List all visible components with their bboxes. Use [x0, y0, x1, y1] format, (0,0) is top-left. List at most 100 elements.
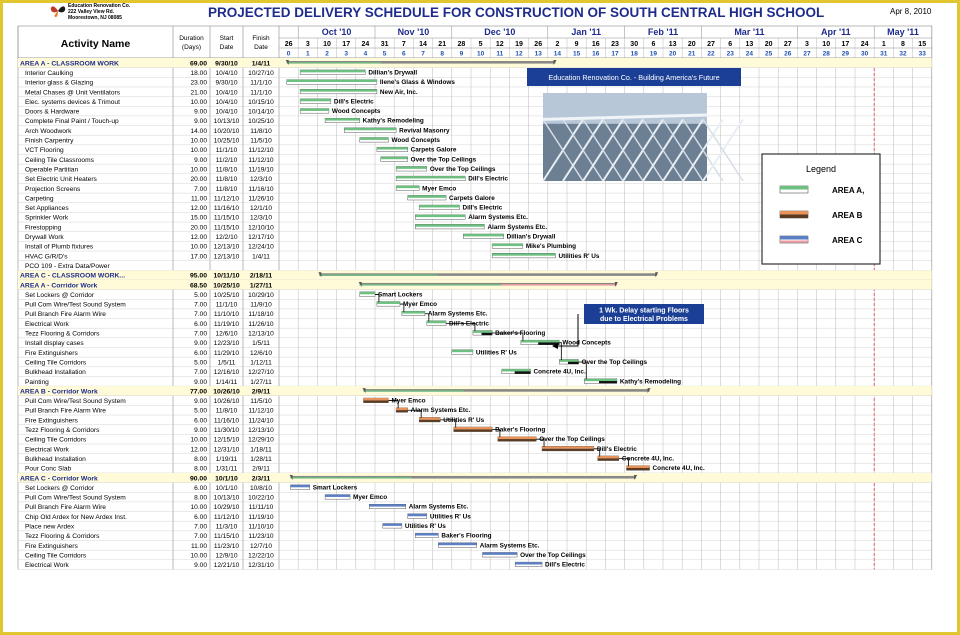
finish-date: 1/4/11: [252, 60, 271, 67]
week-label: 7: [421, 51, 425, 58]
contractor-label: Alarm Systems Etc.: [411, 407, 471, 414]
activity-name: Pull Com Wire/Test Sound System: [25, 398, 126, 405]
task-bar: [497, 436, 537, 440]
task-bar: [300, 89, 377, 92]
week-label: 3: [344, 51, 348, 58]
activity-name: Fire Extinguishers: [25, 350, 78, 357]
activity-name: Finish Carpentry: [25, 138, 74, 145]
start-date: 1/5/11: [218, 359, 236, 366]
duration-value: 69.00: [190, 60, 207, 67]
week-label: 33: [919, 51, 927, 58]
activity-name: Place new Ardex: [25, 524, 75, 531]
day-label: 26: [534, 41, 542, 48]
duration-header-unit: (Days): [182, 44, 201, 51]
day-label: 20: [765, 41, 773, 48]
duration-value: 7.00: [194, 311, 207, 318]
activity-name: Drywall Work: [25, 234, 64, 241]
finish-date: 2/18/11: [250, 273, 273, 280]
start-date: 11/8/10: [216, 408, 238, 415]
day-label: 2: [555, 41, 559, 48]
duration-value: 12.00: [190, 205, 207, 212]
day-label: 17: [342, 41, 350, 48]
month-label: Feb '11: [648, 27, 678, 37]
duration-value: 68.50: [190, 282, 207, 289]
delay-callout-line1: 1 Wk. Delay starting Floors: [599, 308, 689, 315]
activity-name: AREA C - CLASSROOM WORK...: [20, 273, 125, 280]
finish-date: 12/31/10: [248, 562, 274, 569]
contractor-label: Alarm Systems Etc.: [480, 542, 540, 549]
task-bar: [419, 205, 460, 208]
duration-value: 90.00: [190, 475, 207, 482]
activity-name: Ceiling Tile Classrooms: [25, 157, 95, 164]
week-label: 6: [402, 51, 406, 58]
task-bar: [396, 176, 466, 179]
task-bar: [325, 494, 351, 497]
activity-name: Fire Extinguishers: [25, 417, 78, 424]
contractor-label: Over the Top Ceilings: [539, 436, 605, 443]
task-bar: [286, 79, 377, 82]
start-date: 10/11/10: [213, 273, 239, 280]
duration-value: 14.00: [190, 128, 207, 135]
contractor-label: Smart Lockers: [378, 291, 423, 298]
task-bar-base: [363, 400, 389, 403]
task-bar: [290, 484, 310, 488]
activity-name: Pull Branch Fire Alarm Wire: [25, 408, 106, 415]
day-label: 7: [402, 41, 406, 48]
activity-name: Ceiling Tile Corridors: [25, 437, 87, 444]
week-label: 18: [631, 51, 639, 58]
critical-segment: [514, 371, 531, 374]
month-label: Dec '10: [484, 27, 515, 37]
finish-date: 11/12/10: [248, 147, 274, 154]
task-bar: [515, 562, 543, 565]
day-label: 10: [822, 41, 830, 48]
finish-date: 12/17/10: [248, 234, 274, 241]
finish-date: 1/12/11: [250, 359, 272, 366]
legend-item-label: AREA A,: [832, 186, 864, 195]
contractor-label: Revival Masonry: [399, 127, 450, 134]
duration-value: 18.00: [190, 70, 207, 77]
day-label: 23: [611, 41, 619, 48]
start-date: 12/13/10: [214, 253, 240, 260]
contractor-label: Alarm Systems Etc.: [487, 224, 547, 231]
duration-value: 7.00: [194, 302, 207, 309]
contractor-label: Dill's Electric: [462, 205, 502, 212]
task-bar: [438, 542, 477, 546]
activity-name: Ceiling Tile Corridors: [25, 359, 87, 366]
task-bar: [401, 311, 425, 314]
finish-date: 12/6/10: [250, 350, 272, 357]
week-label: 11: [496, 51, 503, 58]
week-label: 8: [440, 51, 444, 58]
day-label: 14: [419, 41, 427, 48]
task-bar: [325, 118, 360, 121]
day-label: 12: [496, 41, 504, 48]
activity-name: Chip Old Ardex for New Ardex Inst.: [25, 514, 127, 521]
contractor-label: Concrete 4U, Inc.: [622, 455, 674, 462]
start-date: 11/3/10: [216, 524, 238, 531]
day-label: 28: [458, 41, 466, 48]
start-date: 10/26/10: [213, 388, 240, 395]
duration-value: 20.00: [190, 224, 207, 231]
week-label: 20: [669, 51, 677, 58]
finish-date: 2/3/11: [252, 475, 271, 482]
contractor-label: Utilities R' Us: [430, 513, 471, 520]
finish-date: 12/13/10: [248, 427, 274, 434]
activity-name: Tezz Flooring & Corridors: [25, 331, 100, 338]
start-date: 1/19/11: [216, 456, 238, 463]
day-label: 3: [805, 41, 809, 48]
start-date: 10/4/10: [216, 99, 238, 106]
contractor-label: Alarm Systems Etc.: [409, 504, 469, 511]
finish-date: 11/11/10: [249, 504, 274, 511]
month-label: Jan '11: [571, 27, 601, 37]
contractor-label: Mike's Plumbing: [526, 243, 576, 250]
day-label: 10: [323, 41, 331, 48]
finish-date: 10/14/10: [248, 109, 274, 116]
contractor-label: Utilities R' Us: [443, 417, 484, 424]
task-bar: [542, 446, 594, 449]
task-bar: [396, 185, 420, 189]
week-label: 12: [515, 51, 523, 58]
start-date: 10/29/10: [214, 504, 240, 511]
activity-name: Electrical Work: [25, 321, 70, 328]
summary-progress-2: [501, 284, 617, 286]
duration-value: 10.00: [190, 244, 207, 251]
legend-swatch-base: [780, 214, 808, 218]
